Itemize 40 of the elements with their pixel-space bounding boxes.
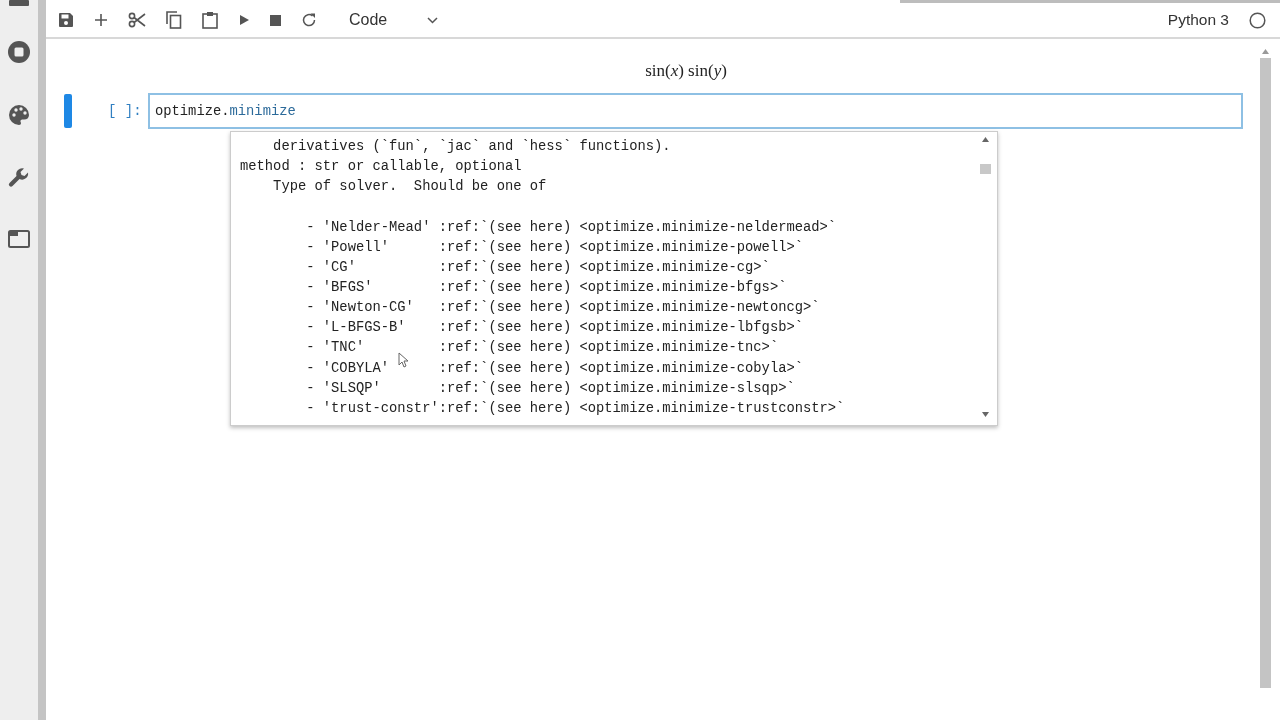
docstring-line: - 'L-BFGS-B' :ref:`(see here) <optimize.minimize-lbfgsb>` (305, 320, 803, 336)
wrench-icon[interactable] (8, 167, 30, 189)
scroll-down-icon[interactable] (981, 412, 989, 417)
scroll-thumb[interactable] (979, 164, 991, 174)
scroll-up-icon[interactable] (981, 137, 989, 142)
docstring-line: derivatives (`fun`, `jac` and `hess` functions). (272, 139, 671, 154)
clipboard-icon[interactable] (202, 11, 218, 29)
docstring-line: - 'trust-constr':ref:`(see here) <optimize.minimize-trustconstr>` (305, 400, 845, 416)
tabs-icon[interactable] (8, 230, 30, 248)
docstring-line: - 'SLSQP' :ref:`(see here) <optimize.minimize-slsqp>` (305, 380, 795, 396)
docstring-line: - 'Powell' :ref:`(see here) <optimize.minimize-powell>` (305, 239, 803, 255)
plus-icon[interactable] (94, 13, 108, 27)
run-icon[interactable] (238, 14, 250, 26)
docstring-line: - 'COBYLA' :ref:`(see here) <optimize.minimize-cobyla>` (305, 360, 803, 376)
code-object: optimize. (155, 103, 230, 119)
mouse-cursor-icon (398, 352, 409, 368)
copy-icon[interactable] (166, 11, 182, 29)
save-icon[interactable] (58, 12, 74, 28)
math-output: sin(x) sin(y) (644, 61, 728, 81)
stop-circle-icon[interactable] (8, 41, 30, 63)
docstring-line: - 'Newton-CG' :ref:`(see here) <optimize.minimize-newtoncg>` (305, 300, 820, 316)
scissors-icon[interactable] (128, 11, 146, 29)
chevron-icon (427, 16, 439, 24)
cell-type-dropdown[interactable]: Code (345, 9, 443, 31)
code-editor[interactable]: optimize.minimize (148, 93, 1243, 129)
docstring-line: - 'Nelder-Mead' :ref:`(see here) <optimize.minimize-neldermead>` (305, 219, 837, 235)
cell-collapser[interactable] (64, 94, 72, 128)
docstring-line: - 'TNC' :ref:`(see here) <optimize.minimize-tnc>` (305, 340, 779, 356)
docstring-line: method : str or callable, optional (240, 159, 522, 175)
palette-icon[interactable] (8, 104, 30, 126)
docstring-line: - 'BFGS' :ref:`(see here) <optimize.minimize-bfgs>` (305, 280, 787, 295)
scroll-up-icon[interactable] (1262, 49, 1269, 54)
kernel-name[interactable]: Python 3 (1167, 11, 1229, 29)
docstring-line: Type of solver. Should be one of (272, 179, 547, 195)
cell-prompt: [ ]: (108, 103, 143, 119)
code-attribute: minimize (229, 103, 296, 119)
docstring-line: - 'CG' :ref:`(see here) <optimize.minimize-cg>` (305, 259, 770, 275)
scroll-thumb[interactable] (1260, 58, 1271, 688)
stop-icon[interactable] (270, 14, 281, 26)
restart-icon[interactable] (301, 12, 317, 28)
